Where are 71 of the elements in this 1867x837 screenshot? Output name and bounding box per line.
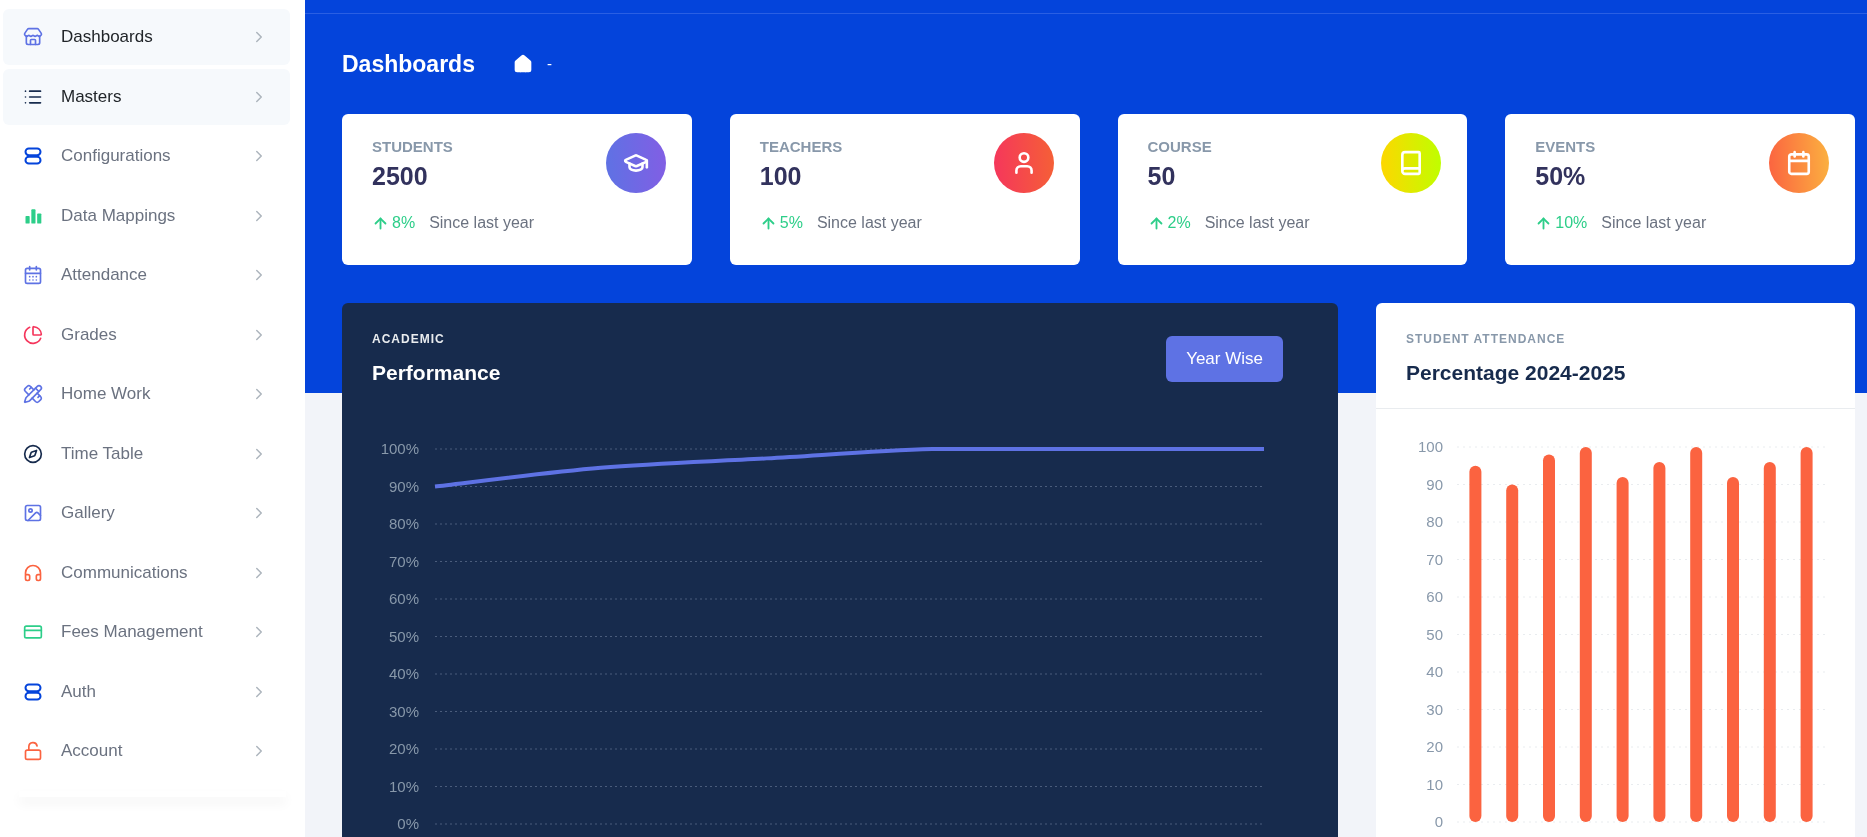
sidebar-item[interactable]: Auth: [3, 663, 290, 720]
card-title: Performance: [372, 360, 501, 386]
stat-label: STUDENTS: [372, 137, 453, 157]
stat-value: 50: [1147, 160, 1177, 192]
axis-tick-label: 20%: [388, 740, 419, 757]
stat-value: 50%: [1535, 160, 1587, 192]
headphones-icon: [23, 562, 43, 583]
sidebar-item[interactable]: Data Mappings: [3, 187, 290, 244]
axis-tick-label: 80%: [388, 515, 419, 532]
axis-tick-label: 70%: [388, 552, 419, 570]
stat-label: TEACHERS: [759, 137, 843, 157]
page-title: Dashboards: [342, 49, 475, 79]
sidebar-item[interactable]: Dashboards: [3, 9, 290, 65]
toggles-icon: [23, 681, 43, 702]
stat-change: 5%: [779, 213, 803, 233]
axis-tick-label: 90: [1426, 475, 1443, 493]
card-eyebrow: ACADEMIC: [372, 331, 446, 348]
stat-note: Since last year: [1601, 213, 1707, 233]
stat-note: Since last year: [816, 213, 922, 233]
axis-tick-label: 100: [1417, 438, 1443, 455]
stat-change: 8%: [392, 213, 416, 233]
image-icon: [23, 503, 43, 523]
axis-tick-label: 90%: [388, 477, 419, 495]
axis-tick-label: 60%: [388, 590, 419, 607]
home-icon[interactable]: [512, 54, 533, 74]
axis-tick-label: 0: [1434, 813, 1443, 830]
stat-value: 2500: [372, 160, 429, 192]
axis-tick-label: 40%: [388, 665, 419, 682]
axis-tick-label: 30%: [388, 702, 419, 720]
credit-card-icon: [23, 622, 43, 642]
card-eyebrow: STUDENT ATTENDANCE: [1406, 331, 1567, 348]
toggles-icon: [23, 146, 43, 166]
compass-icon: [23, 443, 43, 464]
sidebar-item[interactable]: Account: [3, 723, 290, 779]
stat-note: Since last year: [429, 213, 535, 233]
calendar-icon: [1769, 133, 1829, 193]
axis-tick-label: 20: [1426, 738, 1443, 755]
axis-tick-label: 70: [1426, 550, 1443, 568]
stat-label: COURSE: [1147, 137, 1212, 157]
axis-tick-label: 10%: [388, 777, 419, 795]
sidebar-item[interactable]: Grades: [3, 306, 290, 363]
axis-tick-label: 80: [1426, 513, 1443, 530]
axis-tick-label: 50%: [388, 627, 419, 645]
store-icon: [23, 27, 43, 47]
axis-tick-label: 50: [1426, 625, 1443, 643]
stat-label: EVENTS: [1535, 137, 1596, 157]
axis-tick-label: 40: [1426, 663, 1443, 680]
sidebar-item[interactable]: Fees Management: [3, 604, 290, 660]
ruler-pencil-icon: [23, 384, 43, 404]
axis-tick-label: 60: [1426, 588, 1443, 605]
stat-value: 100: [759, 160, 803, 192]
axis-tick-label: 10: [1426, 775, 1443, 793]
sidebar-item[interactable]: Configurations: [3, 128, 290, 184]
axis-tick-label: 30: [1426, 700, 1443, 718]
stat-note: Since last year: [1204, 213, 1310, 233]
sidebar-item[interactable]: Home Work: [3, 366, 290, 422]
stat-change: 2%: [1167, 213, 1191, 233]
calendar-icon: [23, 265, 43, 285]
card-title: Percentage 2024-2025: [1406, 360, 1627, 386]
sidebar-item[interactable]: Masters: [3, 68, 290, 125]
sidebar-item[interactable]: Time Table: [3, 425, 290, 482]
unlock-icon: [23, 741, 43, 761]
sidebar-item[interactable]: Communications: [3, 544, 290, 601]
sidebar-item[interactable]: Gallery: [3, 485, 290, 541]
stat-change: 10%: [1555, 213, 1588, 233]
pie-chart-icon: [23, 324, 43, 345]
axis-tick-label: 100%: [380, 440, 419, 457]
axis-tick-label: 0%: [397, 815, 419, 832]
breadcrumb-separator: -: [546, 53, 552, 74]
year-wise-button[interactable]: Year Wise: [1166, 336, 1283, 382]
sidebar-item[interactable]: Attendance: [3, 247, 290, 303]
